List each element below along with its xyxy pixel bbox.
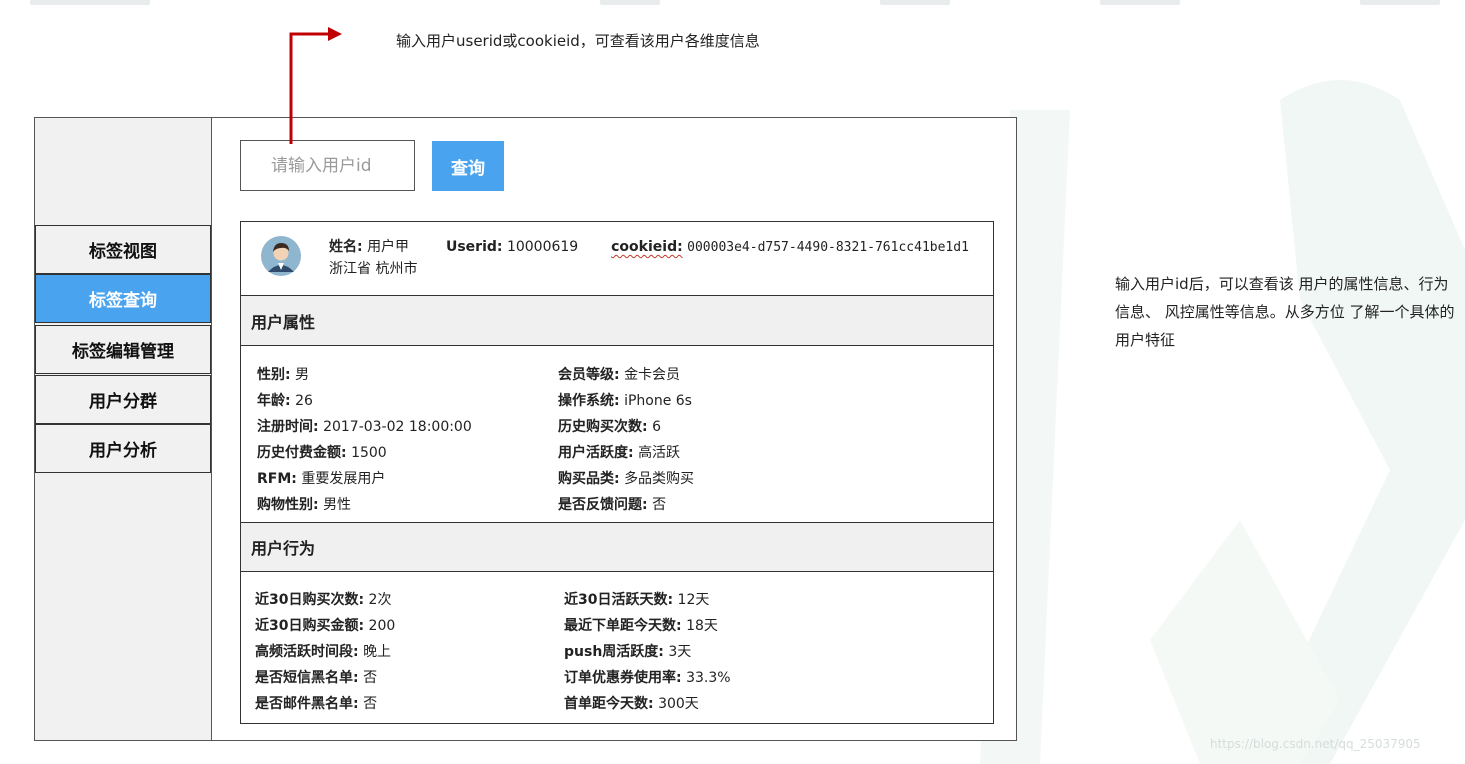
sidebar-item-user-segmentation[interactable]: 用户分群 <box>35 375 211 424</box>
attribute-row: 年龄: 26 <box>257 393 313 409</box>
user-profile-panel: 姓名: 用户甲 Userid: 10000619 cookieid: 00000… <box>240 221 994 724</box>
side-annotation-text: 输入用户id后，可以查看该 用户的属性信息、行为信息、 风控属性等信息。从多方位… <box>1115 275 1455 349</box>
sidebar-item-tag-edit-management[interactable]: 标签编辑管理 <box>35 325 211 374</box>
behavior-row: 近30日购买次数: 2次 <box>255 592 392 608</box>
name-value: 用户甲 <box>367 239 410 255</box>
behavior-row: 最近下单距今天数: 18天 <box>564 618 718 634</box>
attribute-row: 历史付费金额: 1500 <box>257 445 387 461</box>
behavior-row: 高频活跃时间段: 晚上 <box>255 644 392 660</box>
sidebar-item-label: 用户分群 <box>89 392 157 412</box>
behavior-row: 订单优惠券使用率: 33.3% <box>564 670 731 686</box>
sidebar-item-label: 标签编辑管理 <box>72 342 174 362</box>
user-behavior-title: 用户行为 <box>241 522 993 572</box>
behavior-row: 是否短信黑名单: 否 <box>255 670 378 686</box>
sidebar: 标签视图 标签查询 标签编辑管理 用户分群 用户分析 <box>35 118 212 740</box>
sidebar-item-user-analysis[interactable]: 用户分析 <box>35 424 211 473</box>
user-header: 姓名: 用户甲 Userid: 10000619 cookieid: 00000… <box>241 222 993 296</box>
top-cropped-strip <box>0 0 1465 6</box>
sidebar-item-label: 标签视图 <box>89 242 157 262</box>
avatar <box>261 236 301 276</box>
attribute-row: 会员等级: 金卡会员 <box>558 367 681 383</box>
query-button[interactable]: 查询 <box>432 141 504 191</box>
attribute-row: RFM: 重要发展用户 <box>257 471 386 487</box>
attribute-row: 性别: 男 <box>257 367 310 383</box>
sidebar-item-tag-view[interactable]: 标签视图 <box>35 225 211 274</box>
annotation-arrow <box>289 27 342 144</box>
behavior-row: push周活跃度: 3天 <box>564 644 692 660</box>
sidebar-item-label: 用户分析 <box>89 441 157 461</box>
sidebar-item-label: 标签查询 <box>89 291 157 311</box>
cookieid-label: cookieid: <box>611 239 683 255</box>
behavior-row: 首单距今天数: 300天 <box>564 696 699 712</box>
watermark: https://blog.csdn.net/qq_25037905 <box>1210 737 1421 751</box>
behavior-row: 近30日活跃天数: 12天 <box>564 592 710 608</box>
arrow-annotation-text: 输入用户userid或cookieid，可查看该用户各维度信息 <box>396 32 760 50</box>
cookieid-value: 000003e4-d757-4490-8321-761cc41be1d1 <box>687 240 969 255</box>
attribute-row: 是否反馈问题: 否 <box>558 497 667 513</box>
attribute-row: 购物性别: 男性 <box>257 497 352 513</box>
attribute-row: 注册时间: 2017-03-02 18:00:00 <box>257 419 472 435</box>
attribute-row: 操作系统: iPhone 6s <box>558 393 692 409</box>
attribute-row: 购买品类: 多品类购买 <box>558 471 695 487</box>
userid-value: 10000619 <box>506 239 579 255</box>
user-identity-line: 姓名: 用户甲 Userid: 10000619 cookieid: 00000… <box>329 236 969 256</box>
userid-label: Userid: <box>445 239 503 255</box>
behavior-row: 是否邮件黑名单: 否 <box>255 696 378 712</box>
tag-query-window: 标签视图 标签查询 标签编辑管理 用户分群 用户分析 查询 姓名: <box>34 117 1017 741</box>
attribute-row: 用户活跃度: 高活跃 <box>558 445 681 461</box>
name-label: 姓名: <box>329 239 363 255</box>
sidebar-item-tag-query[interactable]: 标签查询 <box>35 274 211 323</box>
attribute-row: 历史购买次数: 6 <box>558 419 661 435</box>
user-id-search-input[interactable] <box>240 140 415 191</box>
user-attributes-title: 用户属性 <box>241 296 993 346</box>
behavior-row: 近30日购买金额: 200 <box>255 618 396 634</box>
user-location: 浙江省 杭州市 <box>329 261 418 277</box>
